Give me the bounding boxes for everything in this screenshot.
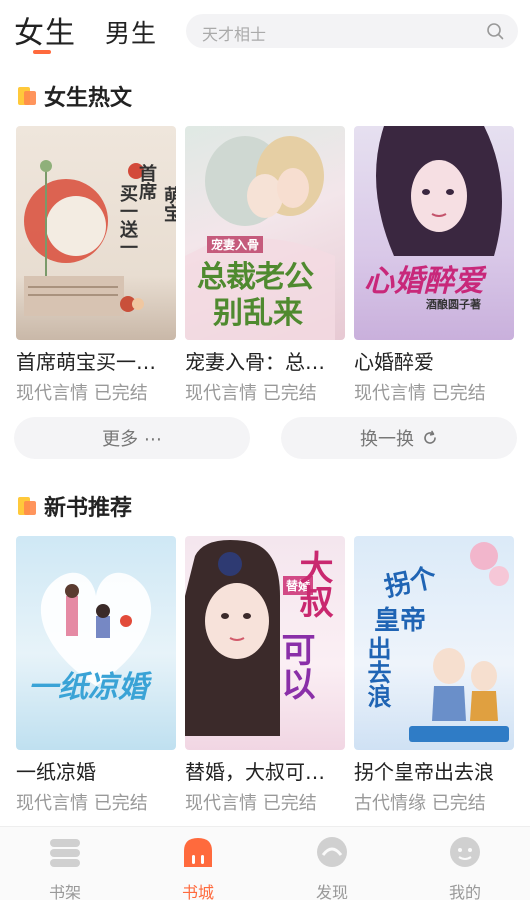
bottom-nav: 书架 书城 发现 我的 <box>0 826 530 900</box>
section-title-hot: 女生热文 <box>44 86 133 111</box>
book-cover[interactable]: 首席 萌宝 买一送一 <box>16 126 176 340</box>
book-cover[interactable]: 宠妻入骨 总裁老公 别乱来 <box>185 126 345 340</box>
refresh-icon <box>424 430 436 444</box>
book-cover[interactable]: 拐个 皇帝 出去浪 <box>354 536 514 750</box>
nav-item-profile[interactable]: 我的 <box>425 835 505 900</box>
book-category: 现代言情 <box>185 383 257 404</box>
cover-subtitle: 宠妻入骨 <box>207 236 264 253</box>
book-card[interactable]: 心婚醉爱 酒酿圆子著 心婚醉爱 现代言情 已完结 <box>354 126 514 405</box>
cover-illustration <box>24 160 144 316</box>
book-category: 现代言情 <box>16 793 88 814</box>
search-placeholder: 天才相士 <box>202 25 267 44</box>
book-status: 已完结 <box>93 383 148 404</box>
section-header-hot: 女生热文 <box>16 80 132 112</box>
book-title[interactable]: 拐个皇帝出去浪 <box>354 756 514 785</box>
search-icon[interactable] <box>486 22 504 40</box>
book-meta: 古代情缘 已完结 <box>354 789 514 815</box>
book-card[interactable]: 宠妻入骨 总裁老公 别乱来 宠妻入骨：总… 现代言情 已完结 <box>185 126 345 405</box>
nav-item-bookshelf[interactable]: 书架 <box>25 835 105 900</box>
book-title[interactable]: 心婚醉爱 <box>354 346 514 375</box>
book-title[interactable]: 宠妻入骨：总… <box>185 346 345 375</box>
active-tab-indicator <box>33 50 51 54</box>
cover-illustration <box>40 572 152 686</box>
book-card[interactable]: 首席 萌宝 买一送一 首席萌宝买一… 现代言情 已完结 <box>16 126 176 405</box>
profile-icon <box>450 837 480 867</box>
nav-label: 书架 <box>48 883 81 900</box>
top-header: 女生 男生 天才相士 <box>0 0 530 62</box>
book-category: 现代言情 <box>354 383 426 404</box>
book-meta: 现代言情 已完结 <box>16 379 176 405</box>
cover-author: 酒酿圆子著 <box>426 298 481 311</box>
book-meta: 现代言情 已完结 <box>16 789 176 815</box>
book-meta: 现代言情 已完结 <box>354 379 514 405</box>
refresh-button-label: 换一换 <box>360 429 414 450</box>
nav-label: 我的 <box>448 883 481 900</box>
book-title[interactable]: 一纸凉婚 <box>16 756 176 785</box>
bookshelf-icon <box>50 839 80 867</box>
cover-title: 一纸凉婚 <box>28 670 148 705</box>
cover-title: 买一送一 <box>117 184 138 256</box>
book-meta: 现代言情 已完结 <box>185 379 345 405</box>
tab-girl[interactable]: 女生 <box>14 8 76 52</box>
nav-item-bookstore[interactable]: 书城 <box>158 835 238 900</box>
book-status: 已完结 <box>262 383 317 404</box>
book-cover[interactable]: 一纸凉婚 <box>16 536 176 750</box>
section-flag-icon <box>16 85 38 107</box>
book-card[interactable]: 拐个 皇帝 出去浪 拐个皇帝出去浪 古代情缘 已完结 <box>354 536 514 815</box>
book-status: 已完结 <box>431 383 486 404</box>
book-status: 已完结 <box>262 793 317 814</box>
bookstore-icon <box>184 838 212 867</box>
book-cover[interactable]: 心婚醉爱 酒酿圆子著 <box>354 126 514 340</box>
more-button-label: 更多 ⋯ <box>102 429 162 450</box>
book-status: 已完结 <box>93 793 148 814</box>
cover-title: 别乱来 <box>213 296 303 331</box>
section-header-new: 新书推荐 <box>16 490 132 522</box>
cover-title: 可以 <box>275 632 315 700</box>
section-flag-icon <box>16 495 38 517</box>
book-category: 现代言情 <box>185 793 257 814</box>
book-title[interactable]: 首席萌宝买一… <box>16 346 176 375</box>
section-title-new: 新书推荐 <box>44 496 133 521</box>
book-card[interactable]: 一纸凉婚 一纸凉婚 现代言情 已完结 <box>16 536 176 815</box>
book-category: 古代情缘 <box>354 793 426 814</box>
nav-label: 发现 <box>315 883 348 900</box>
nav-item-discover[interactable]: 发现 <box>292 835 372 900</box>
more-button[interactable]: 更多 ⋯ <box>14 417 250 459</box>
refresh-button[interactable]: 换一换 <box>281 417 517 459</box>
book-category: 现代言情 <box>16 383 88 404</box>
book-meta: 现代言情 已完结 <box>185 789 345 815</box>
cover-title: 心婚醉爱 <box>364 264 484 299</box>
nav-label: 书城 <box>181 883 214 900</box>
book-status: 已完结 <box>431 793 486 814</box>
cover-title: 皇帝 <box>374 606 427 636</box>
cover-title: 大叔 <box>293 550 333 618</box>
book-title[interactable]: 替婚，大叔可… <box>185 756 345 785</box>
book-cover[interactable]: 替婚 大叔 可以 <box>185 536 345 750</box>
book-card[interactable]: 替婚 大叔 可以 替婚，大叔可… 现代言情 已完结 <box>185 536 345 815</box>
tab-boy[interactable]: 男生 <box>105 14 157 50</box>
discover-icon <box>317 837 347 867</box>
cover-title: 出去浪 <box>363 636 392 708</box>
cover-title: 萌宝 <box>161 186 176 222</box>
search-bar[interactable]: 天才相士 <box>186 14 518 48</box>
